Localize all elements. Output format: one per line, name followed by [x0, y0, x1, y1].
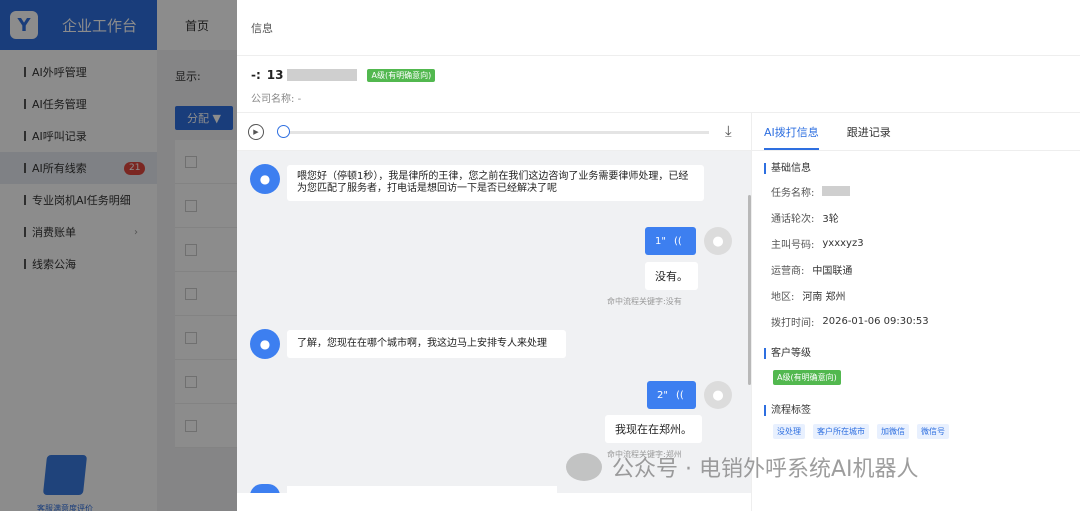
flow-tags-section: 流程标签 没处理 客户所在城市 加微信 微信号 [752, 405, 1080, 439]
lead-info: -: 13 A级(有明确意向) 公司名称: - [237, 56, 1080, 112]
field-call-time: 拨打时间: 2026-01-06 09:30:53 [771, 315, 929, 329]
progress-knob[interactable] [277, 125, 290, 138]
audio-player: ▶ ⤓ [237, 113, 751, 151]
bot-message: 喂您好（停顿1秒），我是律所的王律，您之前在我们这边咨询了业务需要律师处理，已经… [287, 165, 704, 201]
section-title: 基础信息 [764, 163, 1080, 174]
field-region: 地区: 河南 郑州 [771, 291, 846, 303]
bot-message [287, 486, 557, 493]
company-info: 公司名称: - [251, 94, 302, 105]
masked-value [822, 186, 851, 196]
conversation: ● 喂您好（停顿1秒），我是律所的王律，您之前在我们这边咨询了业务需要律师处理，… [237, 151, 751, 493]
play-icon[interactable]: ▶ [248, 123, 264, 140]
sound-wave-icon: (( [675, 389, 684, 401]
sound-wave-icon: (( [673, 235, 682, 247]
user-message: 没有。 [645, 262, 698, 290]
download-icon[interactable]: ⤓ [725, 122, 732, 140]
voice-message-button[interactable]: 1"(( [645, 227, 696, 255]
bot-message: 了解，您现在在哪个城市啊，我这边马上安排专人来处理 [287, 330, 566, 358]
section-title: 客户等级 [764, 348, 1080, 359]
lead-detail-drawer: 信息 -: 13 A级(有明确意向) 公司名称: - ▶ ⤓ ● 喂您好（停顿1… [237, 0, 1080, 511]
phone-prefix: -: [251, 68, 261, 82]
tab-follow-up[interactable]: 跟进记录 [847, 124, 891, 150]
flow-tag: 客户所在城市 [813, 424, 869, 439]
phone-mask [287, 69, 358, 81]
user-avatar-icon: ● [704, 381, 732, 409]
customer-level-tag: A级(有明确意向) [773, 370, 841, 385]
flow-tag: 微信号 [917, 424, 949, 439]
section-title: 流程标签 [764, 405, 1080, 416]
level-tag: A级(有明确意向) [367, 68, 436, 82]
drawer-title: 信息 [237, 0, 1080, 56]
phone-number: 13 [266, 68, 284, 82]
bot-avatar-icon [250, 484, 280, 493]
keyword-hint: 命中流程关键字:没有 [607, 297, 682, 306]
user-message: 我现在在郑州。 [605, 415, 702, 443]
detail-tabs: AI拨打信息 跟进记录 [752, 113, 1080, 151]
field-carrier: 运营商: 中国联通 [771, 265, 853, 277]
tab-ai-call-info[interactable]: AI拨打信息 [764, 124, 819, 150]
watermark: 公众号 · 电销外呼系统AI机器人 [566, 451, 919, 483]
basic-info-section: 基础信息 任务名称: 通话轮次: 3轮 主叫号码: yxxxyz3 运营商: 中国联通… [752, 163, 1080, 334]
flow-tag: 加微信 [877, 424, 909, 439]
audio-progress[interactable] [283, 131, 709, 134]
customer-level-section: 客户等级 A级(有明确意向) [752, 348, 1080, 385]
chat-footer [237, 493, 751, 511]
wechat-icon [566, 453, 602, 481]
user-avatar-icon: ● [704, 227, 732, 255]
bot-avatar-icon: ● [250, 164, 280, 194]
field-task-name: 任务名称: [764, 178, 1080, 204]
voice-message-button[interactable]: 2"(( [647, 381, 696, 409]
flow-tag: 没处理 [773, 424, 805, 439]
bot-avatar-icon: ● [250, 329, 280, 359]
field-caller-number: 主叫号码: yxxxyz3 [771, 237, 864, 251]
modal-overlay[interactable] [0, 0, 237, 511]
field-call-rounds: 通话轮次: 3轮 [771, 213, 839, 225]
